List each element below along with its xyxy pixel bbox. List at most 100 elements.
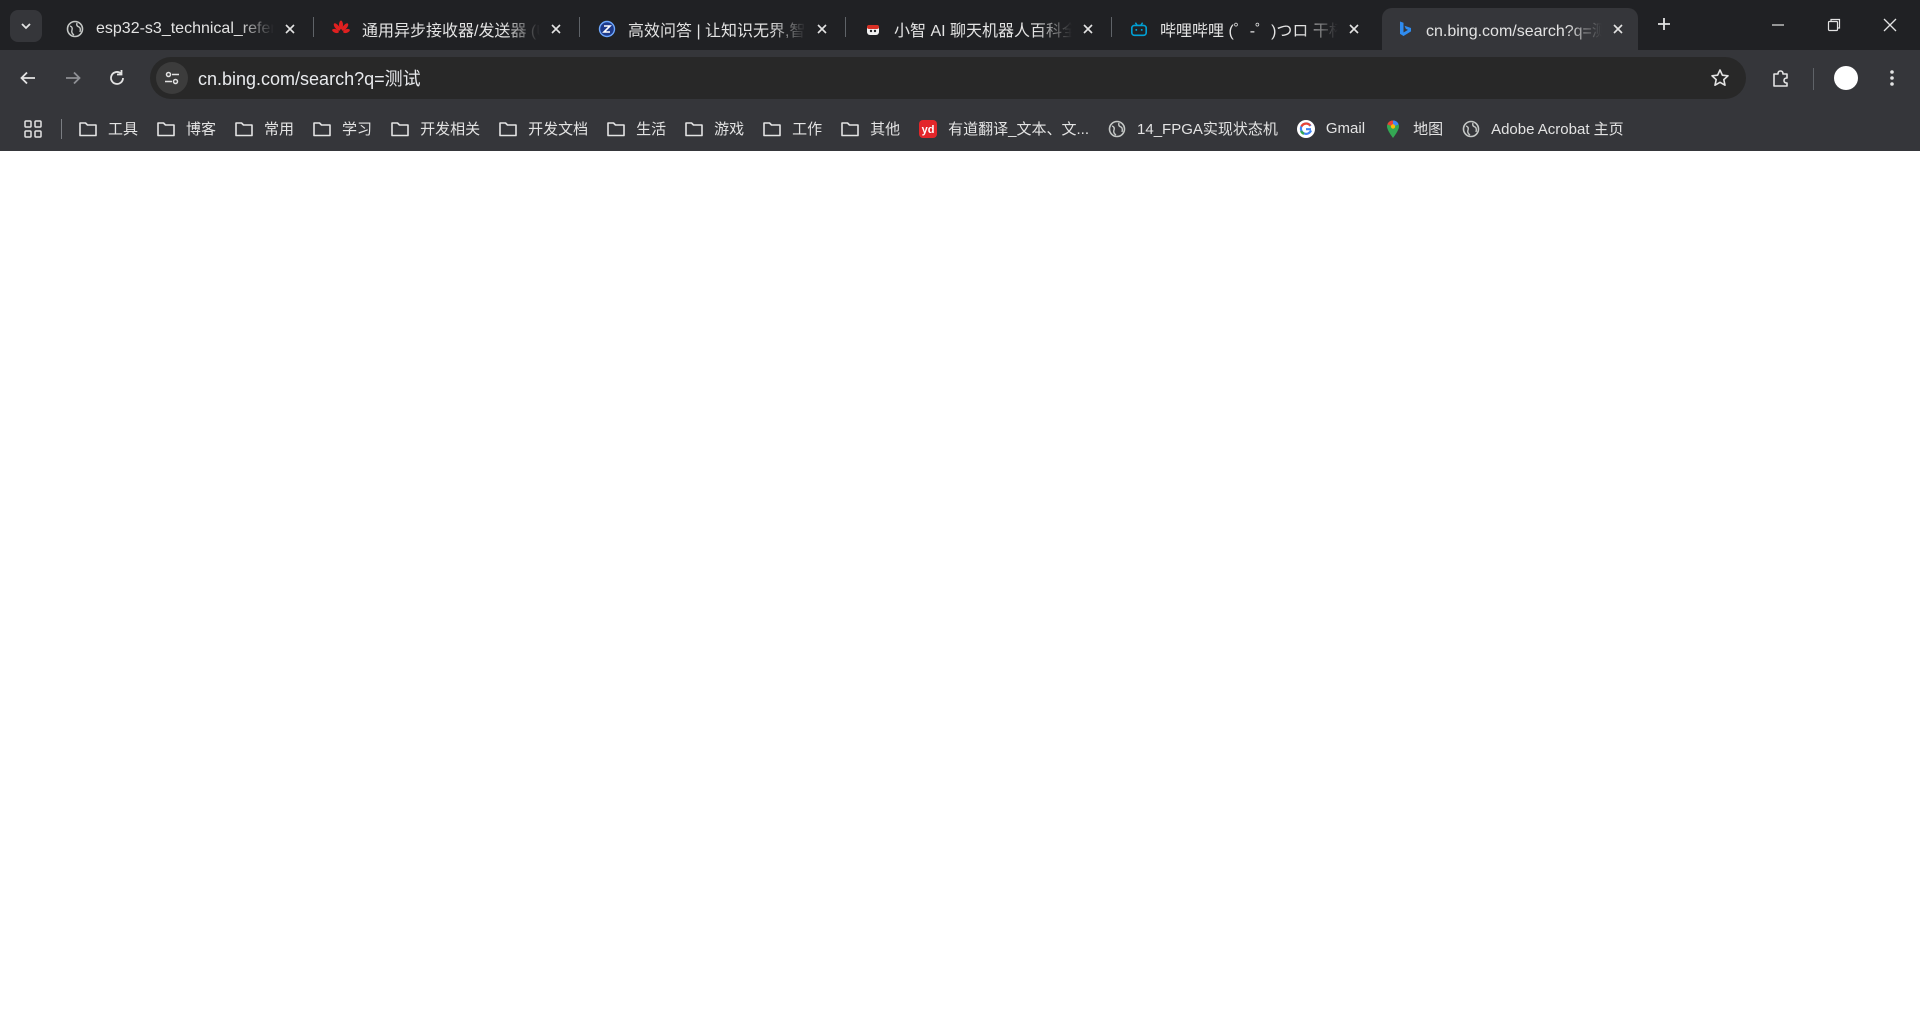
bookmark-folder-games[interactable]: 游戏: [676, 113, 752, 145]
tab-search-button[interactable]: [10, 10, 42, 42]
tab-separator: [579, 17, 580, 37]
tab-bing-active[interactable]: cn.bing.com/search?q=测试: [1382, 8, 1638, 50]
bing-icon: [1396, 20, 1414, 38]
maps-icon: [1383, 119, 1403, 139]
chevron-down-icon: [21, 23, 31, 30]
folder-icon: [684, 119, 704, 139]
bookmarks-separator: [61, 118, 62, 139]
bookmark-label: 常用: [264, 121, 295, 138]
bookmark-label: 14_FPGA实现状态机: [1137, 121, 1278, 138]
bookmark-folder-work[interactable]: 工作: [754, 113, 830, 145]
close-icon[interactable]: [812, 19, 832, 39]
bookmark-folder-dev-docs[interactable]: 开发文档: [490, 113, 596, 145]
tab-separator: [845, 17, 846, 37]
tab-title: cn.bing.com/search?q=测试: [1426, 23, 1602, 40]
toolbar: cn.bing.com/search?q=测试: [0, 50, 1920, 106]
more-vert-icon: [1890, 70, 1894, 86]
bookmark-folder-tools[interactable]: 工具: [70, 113, 146, 145]
folder-icon: [762, 119, 782, 139]
youdao-icon: yd: [918, 119, 938, 139]
folder-icon: [234, 119, 254, 139]
bookmark-label: 博客: [186, 121, 217, 138]
bookmark-maps[interactable]: 地图: [1375, 113, 1451, 145]
bookmark-youdao[interactable]: yd 有道翻译_文本、文...: [910, 113, 1097, 145]
bilibili-icon: [1130, 20, 1148, 38]
globe-icon: [66, 20, 84, 38]
bookmark-folder-common[interactable]: 常用: [226, 113, 302, 145]
bookmark-folder-other[interactable]: 其他: [832, 113, 908, 145]
bookmark-fpga[interactable]: 14_FPGA实现状态机: [1099, 113, 1286, 145]
apps-grid-icon: [24, 119, 42, 138]
reload-icon: [110, 70, 124, 85]
tab-uart[interactable]: 通用异步接收器/发送器 (UART): [318, 8, 576, 50]
tab-title: esp32-s3_technical_reference_manual: [96, 20, 274, 37]
bookmark-label: 学习: [342, 121, 373, 138]
bookmark-adobe-acrobat[interactable]: Adobe Acrobat 主页: [1453, 113, 1632, 145]
restore-icon: [1827, 18, 1841, 32]
puzzle-icon: [1773, 70, 1788, 87]
zhipu-icon: [598, 20, 616, 38]
bookmark-label: 游戏: [714, 121, 745, 138]
bookmark-label: Adobe Acrobat 主页: [1491, 121, 1624, 138]
close-icon[interactable]: [546, 19, 566, 39]
folder-icon: [312, 119, 332, 139]
tab-title: 高效问答 | 让知识无界,智能: [628, 23, 806, 40]
bookmark-label: 开发相关: [420, 121, 481, 138]
folder-icon: [606, 119, 626, 139]
toolbar-separator: [1813, 68, 1814, 90]
folder-icon: [498, 119, 518, 139]
close-icon[interactable]: [280, 19, 300, 39]
google-icon: [1296, 119, 1316, 139]
bookmark-folder-blog[interactable]: 博客: [148, 113, 224, 145]
bookmark-star-button[interactable]: [1704, 62, 1736, 94]
tab-separator: [313, 17, 314, 37]
tab-xiaozhi[interactable]: 小智 AI 聊天机器人百科全书: [850, 8, 1108, 50]
bookmark-folder-dev[interactable]: 开发相关: [382, 113, 488, 145]
arrow-left-icon: [20, 71, 35, 85]
url-text[interactable]: cn.bing.com/search?q=测试: [198, 65, 421, 91]
folder-icon: [840, 119, 860, 139]
bookmark-label: 开发文档: [528, 121, 589, 138]
forward-button[interactable]: [55, 60, 91, 96]
tab-title: 小智 AI 聊天机器人百科全书: [894, 23, 1072, 40]
svg-text:yd: yd: [922, 124, 935, 136]
tab-zhipu[interactable]: 高效问答 | 让知识无界,智能: [584, 8, 842, 50]
page-content: [0, 151, 1920, 1020]
restore-button[interactable]: [1806, 0, 1862, 50]
globe-icon: [1107, 119, 1127, 139]
bookmark-label: 地图: [1413, 121, 1444, 138]
site-info-button[interactable]: [156, 62, 188, 94]
tab-title: 通用异步接收器/发送器 (UART): [362, 23, 540, 40]
globe-icon: [1461, 119, 1481, 139]
bookmark-gmail[interactable]: Gmail: [1288, 113, 1373, 145]
extensions-button[interactable]: [1763, 60, 1799, 96]
bookmarks-bar: 工具 博客 常用 学习 开发相关 开发文档 生活 游戏 工作 其他 yd 有道翻…: [0, 106, 1920, 151]
close-icon[interactable]: [1344, 19, 1364, 39]
folder-icon: [156, 119, 176, 139]
minimize-icon: [1772, 24, 1784, 26]
huawei-icon: [332, 20, 350, 38]
tab-esp32[interactable]: esp32-s3_technical_reference_manual: [52, 8, 310, 50]
minimize-button[interactable]: [1750, 0, 1806, 50]
close-icon[interactable]: [1608, 19, 1628, 39]
bookmark-label: 其他: [870, 121, 901, 138]
close-window-button[interactable]: [1862, 0, 1918, 50]
robot-icon: [864, 20, 882, 38]
folder-icon: [78, 119, 98, 139]
reload-button[interactable]: [99, 60, 135, 96]
arrow-right-icon: [66, 71, 81, 85]
address-bar[interactable]: cn.bing.com/search?q=测试: [150, 57, 1746, 99]
menu-button[interactable]: [1874, 60, 1910, 96]
plus-icon: [1658, 18, 1670, 30]
tab-bilibili[interactable]: 哔哩哔哩 (゜-゜)つロ 干杯~: [1116, 8, 1374, 50]
apps-button[interactable]: [20, 116, 46, 142]
bookmark-label: 工作: [792, 121, 823, 138]
tab-separator: [1111, 17, 1112, 37]
bookmark-folder-life[interactable]: 生活: [598, 113, 674, 145]
avatar[interactable]: [1834, 66, 1858, 90]
new-tab-button[interactable]: [1650, 10, 1678, 38]
close-icon[interactable]: [1078, 19, 1098, 39]
back-button[interactable]: [10, 60, 46, 96]
bookmark-folder-study[interactable]: 学习: [304, 113, 380, 145]
folder-icon: [390, 119, 410, 139]
